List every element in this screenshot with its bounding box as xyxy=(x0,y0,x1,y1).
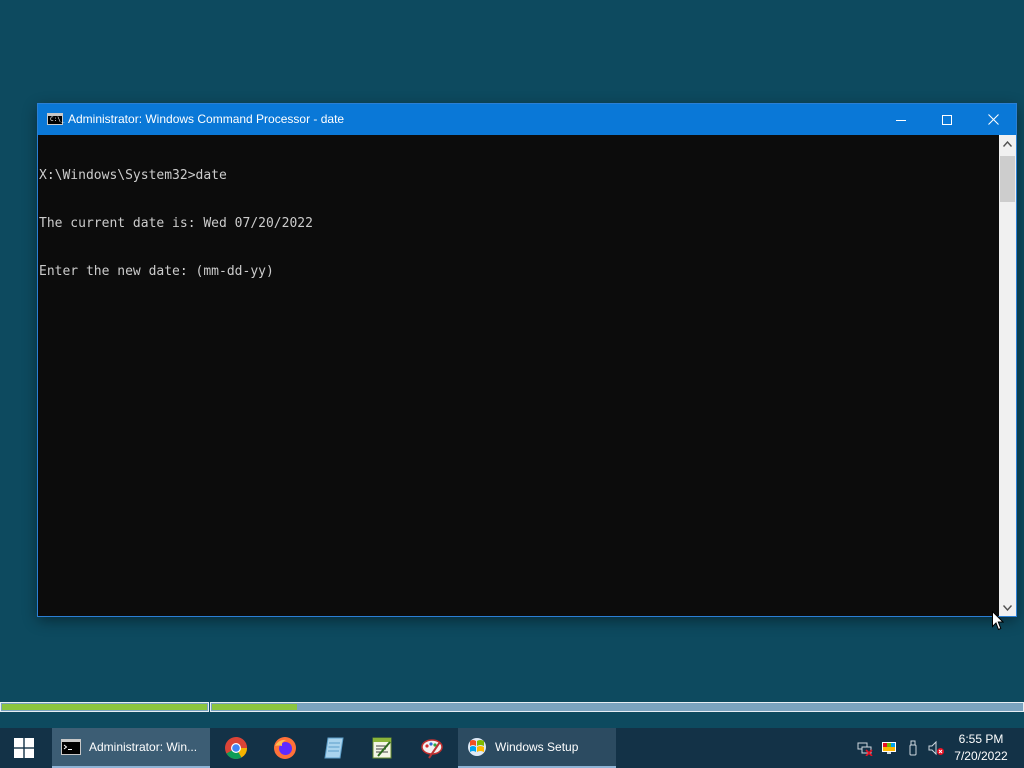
minimize-button[interactable] xyxy=(878,104,924,135)
pinned-notes[interactable] xyxy=(310,728,358,768)
firefox-icon xyxy=(274,737,296,759)
progress-fill-1 xyxy=(2,704,207,710)
windows-logo-icon xyxy=(14,738,34,758)
clock[interactable]: 6:55 PM 7/20/2022 xyxy=(948,731,1014,765)
progress-bar-2 xyxy=(210,702,1024,712)
progress-fill-2 xyxy=(212,704,297,710)
command-prompt-window[interactable]: C:\_ Administrator: Windows Command Proc… xyxy=(38,104,1016,616)
clock-date: 7/20/2022 xyxy=(954,749,1008,763)
editor-icon xyxy=(372,737,392,759)
close-icon xyxy=(987,114,999,125)
pinned-paint[interactable] xyxy=(408,728,456,768)
taskbar-setup-button[interactable]: Windows Setup xyxy=(458,728,616,768)
volume-muted-icon[interactable] xyxy=(927,739,945,757)
scroll-up-button[interactable] xyxy=(999,135,1016,152)
console-line: Enter the new date: (mm-dd-yy) xyxy=(39,264,274,279)
close-button[interactable] xyxy=(970,104,1016,135)
console-icon-glyph: C:\_ xyxy=(50,116,65,123)
window-title: Administrator: Windows Command Processor… xyxy=(68,112,345,126)
mouse-cursor-icon xyxy=(992,611,1004,631)
maximize-icon xyxy=(942,114,952,125)
desktop: C:\_ Administrator: Windows Command Proc… xyxy=(0,0,1024,768)
display-icon[interactable] xyxy=(880,739,898,757)
chevron-down-icon xyxy=(1003,604,1012,611)
taskbar-cmd-label: Administrator: Win... xyxy=(89,740,198,754)
pinned-editor[interactable] xyxy=(358,728,406,768)
scroll-thumb[interactable] xyxy=(1000,156,1015,202)
windows-setup-icon xyxy=(467,737,487,757)
taskbar-setup-label: Windows Setup xyxy=(495,740,579,754)
console-icon[interactable]: C:\_ xyxy=(47,113,65,125)
pinned-chrome[interactable] xyxy=(212,728,260,768)
clock-time: 6:55 PM xyxy=(958,732,1004,746)
maximize-button[interactable] xyxy=(924,104,970,135)
start-button[interactable] xyxy=(0,728,48,768)
notes-icon xyxy=(324,737,344,759)
console-line: X:\Windows\System32>date xyxy=(39,168,227,183)
console-line: The current date is: Wed 07/20/2022 xyxy=(39,216,313,231)
pinned-firefox[interactable] xyxy=(261,728,309,768)
title-bar[interactable]: C:\_ Administrator: Windows Command Proc… xyxy=(38,104,1016,135)
console-icon xyxy=(61,737,81,757)
progress-bar-1 xyxy=(0,702,209,712)
setup-progress-area xyxy=(0,700,1024,714)
taskbar: Administrator: Win... Windows Setup 6:55… xyxy=(0,728,1024,768)
console-output[interactable]: X:\Windows\System32>date The current dat… xyxy=(38,135,999,616)
chrome-icon xyxy=(225,737,247,759)
chevron-up-icon xyxy=(1003,140,1012,147)
taskbar-cmd-button[interactable]: Administrator: Win... xyxy=(52,728,210,768)
network-icon[interactable] xyxy=(856,739,874,757)
vertical-scrollbar[interactable] xyxy=(999,135,1016,616)
usb-icon[interactable] xyxy=(904,739,922,757)
paint-icon xyxy=(421,739,443,759)
minimize-icon xyxy=(896,119,906,121)
